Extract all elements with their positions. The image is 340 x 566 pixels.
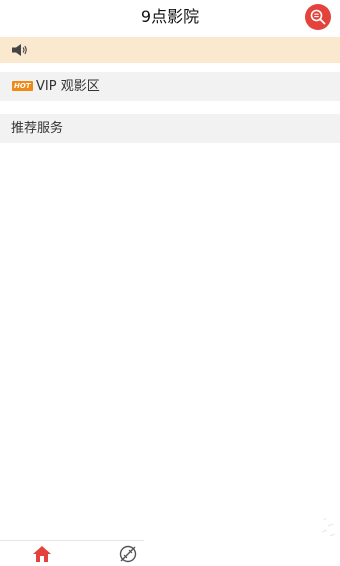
bottom-tab-bar xyxy=(0,540,144,566)
recommend-section[interactable]: 推荐服务 xyxy=(0,114,340,143)
top-bar: 9点影院 xyxy=(0,0,340,34)
vip-section[interactable]: HOT VIP 观影区 xyxy=(0,72,340,101)
page-title: 9点影院 xyxy=(140,7,200,26)
home-icon xyxy=(33,546,51,562)
tab-discover[interactable] xyxy=(118,544,138,564)
hot-badge: HOT xyxy=(12,81,33,91)
discover-icon xyxy=(119,545,137,563)
decorative-sparkle-icon xyxy=(321,517,336,537)
vip-section-label: VIP 观影区 xyxy=(36,79,100,94)
search-icon xyxy=(310,9,326,25)
search-button[interactable] xyxy=(305,4,331,30)
app-root: 9点影院 HOT VIP 观影区 推荐服务 xyxy=(0,0,340,566)
tab-home[interactable] xyxy=(32,544,52,564)
speaker-icon xyxy=(12,44,27,56)
recommend-section-label: 推荐服务 xyxy=(11,121,64,136)
notice-bar[interactable] xyxy=(0,37,340,63)
